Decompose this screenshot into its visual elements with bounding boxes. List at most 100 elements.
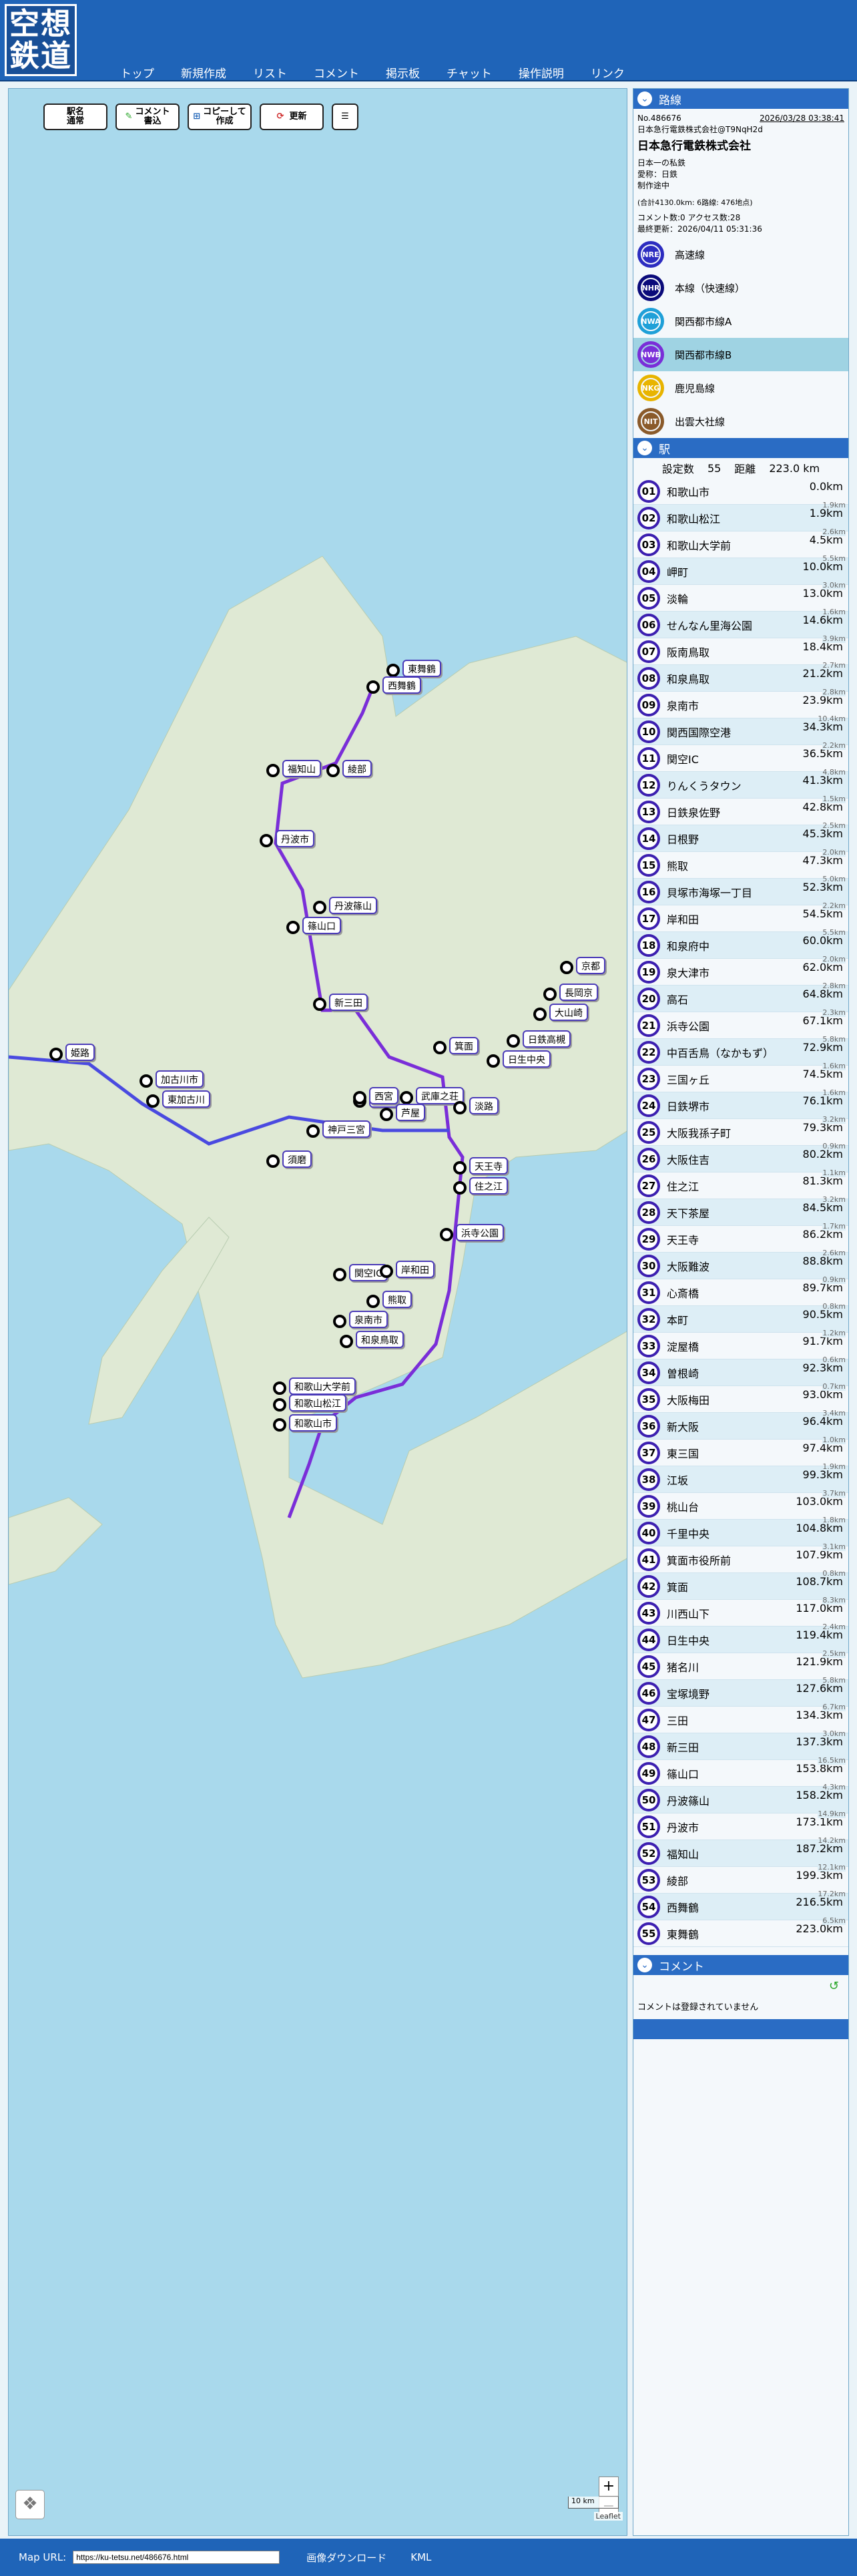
- station-marker[interactable]: [273, 1381, 286, 1395]
- station-marker[interactable]: [353, 1091, 366, 1104]
- station-marker[interactable]: [146, 1094, 160, 1108]
- station-row[interactable]: 38 江坂 99.3km 3.7km: [633, 1466, 848, 1498]
- station-row[interactable]: 10 関西国際空港 34.3km 2.2km: [633, 718, 848, 750]
- station-row[interactable]: 34 曽根崎 92.3km 0.7km: [633, 1359, 848, 1391]
- station-label[interactable]: 泉南市: [349, 1311, 388, 1328]
- station-label[interactable]: 長岡京: [559, 984, 598, 1001]
- station-row[interactable]: 54 西舞鶴 216.5km 6.5km: [633, 1894, 848, 1925]
- nav-new[interactable]: 新規作成: [181, 64, 226, 81]
- station-marker[interactable]: [533, 1008, 547, 1021]
- line-item[interactable]: NKG 鹿児島線: [633, 371, 848, 405]
- line-item[interactable]: NWB 関西都市線B: [633, 338, 848, 371]
- zoom-in-button[interactable]: +: [599, 2477, 619, 2497]
- kml-link[interactable]: KML: [410, 2551, 431, 2563]
- nav-board[interactable]: 掲示板: [386, 64, 420, 81]
- station-row[interactable]: 55 東舞鶴 223.0km: [633, 1920, 848, 1947]
- station-row[interactable]: 14 日根野 45.3km 2.0km: [633, 825, 848, 857]
- station-row[interactable]: 33 淀屋橋 91.7km 0.6km: [633, 1333, 848, 1364]
- station-label[interactable]: 箕面: [449, 1037, 479, 1054]
- station-row[interactable]: 40 千里中央 104.8km 3.1km: [633, 1520, 848, 1551]
- nav-help[interactable]: 操作説明: [519, 64, 564, 81]
- station-row[interactable]: 53 綾部 199.3km 17.2km: [633, 1867, 848, 1898]
- station-row[interactable]: 09 泉南市 23.9km 10.4km: [633, 692, 848, 723]
- station-row[interactable]: 39 桃山台 103.0km 1.8km: [633, 1493, 848, 1524]
- station-row[interactable]: 44 日生中央 119.4km 2.5km: [633, 1627, 848, 1658]
- station-marker[interactable]: [507, 1034, 520, 1048]
- station-marker[interactable]: [273, 1418, 286, 1432]
- nav-top[interactable]: トップ: [120, 64, 154, 81]
- station-label[interactable]: 西舞鶴: [382, 676, 421, 694]
- station-marker[interactable]: [49, 1048, 63, 1061]
- station-row[interactable]: 43 川西山下 117.0km 2.4km: [633, 1600, 848, 1631]
- station-marker[interactable]: [543, 988, 557, 1001]
- station-label[interactable]: 和歌山大学前: [289, 1377, 356, 1395]
- station-marker[interactable]: [260, 834, 273, 847]
- station-label[interactable]: 加古川市: [156, 1070, 204, 1088]
- station-row[interactable]: 11 関空IC 36.5km 4.8km: [633, 745, 848, 777]
- station-label[interactable]: 神戸三宮: [322, 1120, 370, 1138]
- station-row[interactable]: 35 大阪梅田 93.0km 3.4km: [633, 1386, 848, 1418]
- station-marker[interactable]: [286, 921, 300, 934]
- station-row[interactable]: 12 りんくうタウン 41.3km 1.5km: [633, 772, 848, 803]
- station-label[interactable]: 篠山口: [302, 917, 341, 934]
- station-label[interactable]: 京都: [576, 957, 605, 974]
- station-label[interactable]: 須磨: [282, 1150, 312, 1168]
- station-marker[interactable]: [366, 680, 380, 694]
- station-label[interactable]: 和歌山市: [289, 1414, 337, 1432]
- station-row[interactable]: 04 岬町 10.0km 3.0km: [633, 558, 848, 590]
- station-label[interactable]: 芦屋: [396, 1104, 425, 1121]
- line-item[interactable]: NRE 高速線: [633, 238, 848, 271]
- station-marker[interactable]: [487, 1054, 500, 1068]
- station-label[interactable]: 住之江: [469, 1177, 508, 1195]
- station-marker[interactable]: [326, 764, 340, 777]
- station-row[interactable]: 29 天王寺 86.2km 2.6km: [633, 1226, 848, 1257]
- station-label[interactable]: 岸和田: [396, 1261, 435, 1278]
- station-label-button[interactable]: 駅名 通常: [43, 103, 107, 130]
- station-row[interactable]: 50 丹波篠山 158.2km 14.9km: [633, 1787, 848, 1818]
- station-row[interactable]: 03 和歌山大学前 4.5km 5.5km: [633, 531, 848, 563]
- station-marker[interactable]: [313, 901, 326, 914]
- station-marker[interactable]: [380, 1108, 393, 1121]
- station-row[interactable]: 30 大阪難波 88.8km 0.9km: [633, 1253, 848, 1284]
- comment-section-header[interactable]: ⌄ コメント: [633, 1955, 848, 1975]
- line-item[interactable]: NHR 本線（快速線）: [633, 271, 848, 304]
- station-marker[interactable]: [366, 1295, 380, 1308]
- comment-write-button[interactable]: ✎ コメント 書込: [115, 103, 180, 130]
- site-logo[interactable]: 空想 鉄道: [5, 4, 77, 76]
- station-row[interactable]: 16 貝塚市海塚一丁目 52.3km 2.2km: [633, 879, 848, 910]
- station-row[interactable]: 01 和歌山市 0.0km 1.9km: [633, 478, 848, 509]
- station-marker[interactable]: [266, 764, 280, 777]
- station-row[interactable]: 47 三田 134.3km 3.0km: [633, 1707, 848, 1738]
- station-row[interactable]: 24 日鉄堺市 76.1km 3.2km: [633, 1092, 848, 1124]
- station-marker[interactable]: [386, 664, 400, 677]
- station-label[interactable]: 日生中央: [503, 1050, 551, 1068]
- station-label[interactable]: 東加古川: [162, 1090, 210, 1108]
- station-row[interactable]: 15 熊取 47.3km 5.0km: [633, 852, 848, 883]
- station-marker[interactable]: [139, 1074, 153, 1088]
- nav-comment[interactable]: コメント: [314, 64, 359, 81]
- station-row[interactable]: 45 猪名川 121.9km 5.8km: [633, 1653, 848, 1685]
- nav-chat[interactable]: チャット: [447, 64, 492, 81]
- station-row[interactable]: 25 大阪我孫子町 79.3km 0.9km: [633, 1119, 848, 1150]
- station-row[interactable]: 05 淡輪 13.0km 1.6km: [633, 585, 848, 616]
- station-marker[interactable]: [453, 1181, 467, 1195]
- station-row[interactable]: 13 日鉄泉佐野 42.8km 2.5km: [633, 799, 848, 830]
- attribution[interactable]: Leaflet: [593, 2512, 623, 2521]
- station-label[interactable]: 天王寺: [469, 1157, 508, 1174]
- line-item[interactable]: NIT 出雲大社線: [633, 405, 848, 438]
- station-marker[interactable]: [266, 1154, 280, 1168]
- station-row[interactable]: 41 箕面市役所前 107.9km 0.8km: [633, 1546, 848, 1578]
- station-label[interactable]: 熊取: [382, 1291, 412, 1308]
- station-marker[interactable]: [453, 1101, 467, 1114]
- reload-icon[interactable]: ↺: [633, 1975, 848, 1993]
- station-marker[interactable]: [273, 1398, 286, 1412]
- station-row[interactable]: 46 宝塚境野 127.6km 6.7km: [633, 1680, 848, 1711]
- station-label[interactable]: 福知山: [282, 760, 321, 777]
- station-marker[interactable]: [306, 1124, 320, 1138]
- station-label[interactable]: 丹波市: [276, 830, 314, 847]
- copy-create-button[interactable]: ⊞ コピーして 作成: [188, 103, 252, 130]
- station-marker[interactable]: [560, 961, 573, 974]
- station-label[interactable]: 日鉄高槻: [523, 1030, 571, 1048]
- layers-icon[interactable]: ❖: [15, 2490, 45, 2519]
- station-row[interactable]: 48 新三田 137.3km 16.5km: [633, 1733, 848, 1765]
